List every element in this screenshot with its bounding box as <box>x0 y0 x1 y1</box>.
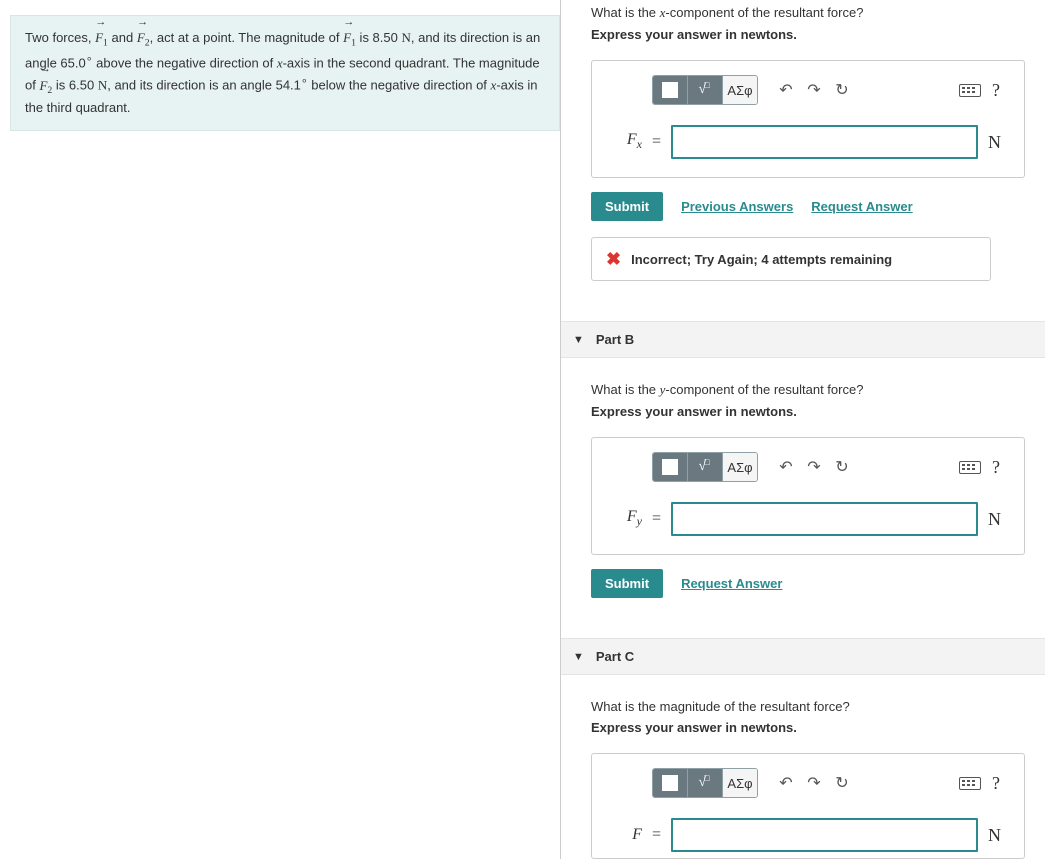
undo-icon[interactable]: ↶ <box>772 453 800 481</box>
previous-answers-link[interactable]: Previous Answers <box>681 199 793 214</box>
root-icon[interactable]: √ <box>688 76 723 104</box>
template-icon[interactable] <box>653 453 688 481</box>
unit-label: N <box>988 132 1008 153</box>
undo-icon[interactable]: ↶ <box>772 76 800 104</box>
redo-icon[interactable]: ↷ <box>800 76 828 104</box>
greek-button[interactable]: ΑΣφ <box>723 769 757 797</box>
request-answer-link[interactable]: Request Answer <box>681 576 782 591</box>
root-icon[interactable]: √ <box>688 453 723 481</box>
keyboard-icon[interactable] <box>956 76 984 104</box>
reset-icon[interactable]: ↻ <box>828 76 856 104</box>
help-icon[interactable]: ? <box>984 457 1008 478</box>
part-c-input[interactable] <box>671 818 978 852</box>
redo-icon[interactable]: ↷ <box>800 453 828 481</box>
caret-icon[interactable]: ▼ <box>573 651 584 663</box>
part-a-hint: Express your answer in newtons. <box>591 27 1025 42</box>
redo-icon[interactable]: ↷ <box>800 769 828 797</box>
part-c-question: What is the magnitude of the resultant f… <box>591 699 1025 714</box>
submit-button[interactable]: Submit <box>591 192 663 221</box>
part-b-header[interactable]: ▼ Part B <box>561 321 1045 358</box>
feedback-text: Incorrect; Try Again; 4 attempts remaini… <box>631 252 892 267</box>
feedback-box: ✖ Incorrect; Try Again; 4 attempts remai… <box>591 237 991 281</box>
incorrect-icon: ✖ <box>606 250 621 268</box>
equation-toolbar: √ ΑΣφ <box>652 768 758 798</box>
part-a-answer-block: √ ΑΣφ ↶ ↷ ↻ ? Fx = N <box>591 60 1025 178</box>
reset-icon[interactable]: ↻ <box>828 769 856 797</box>
part-b-input[interactable] <box>671 502 978 536</box>
template-icon[interactable] <box>653 769 688 797</box>
keyboard-icon[interactable] <box>956 769 984 797</box>
reset-icon[interactable]: ↻ <box>828 453 856 481</box>
unit-label: N <box>988 509 1008 530</box>
part-a-input[interactable] <box>671 125 978 159</box>
help-icon[interactable]: ? <box>984 773 1008 794</box>
request-answer-link[interactable]: Request Answer <box>811 199 912 214</box>
caret-icon[interactable]: ▼ <box>573 334 584 346</box>
problem-statement: Two forces, →F1 and →F2, act at a point.… <box>10 15 560 131</box>
undo-icon[interactable]: ↶ <box>772 769 800 797</box>
part-b-answer-block: √ ΑΣφ ↶ ↷ ↻ ? Fy = N <box>591 437 1025 555</box>
part-c-answer-block: √ ΑΣφ ↶ ↷ ↻ ? F = N <box>591 753 1025 859</box>
part-c-header[interactable]: ▼ Part C <box>561 638 1045 675</box>
help-icon[interactable]: ? <box>984 80 1008 101</box>
submit-button[interactable]: Submit <box>591 569 663 598</box>
keyboard-icon[interactable] <box>956 453 984 481</box>
equation-toolbar: √ ΑΣφ <box>652 452 758 482</box>
var-label-fx: Fx <box>608 131 642 152</box>
root-icon[interactable]: √ <box>688 769 723 797</box>
part-b-question: What is the y-component of the resultant… <box>591 382 1025 398</box>
greek-button[interactable]: ΑΣφ <box>723 453 757 481</box>
part-c-hint: Express your answer in newtons. <box>591 720 1025 735</box>
greek-button[interactable]: ΑΣφ <box>723 76 757 104</box>
part-a-question: What is the x-component of the resultant… <box>591 5 1025 21</box>
var-label-fy: Fy <box>608 508 642 529</box>
unit-label: N <box>988 825 1008 846</box>
part-b-hint: Express your answer in newtons. <box>591 404 1025 419</box>
equation-toolbar: √ ΑΣφ <box>652 75 758 105</box>
template-icon[interactable] <box>653 76 688 104</box>
var-label-f: F <box>608 826 642 844</box>
